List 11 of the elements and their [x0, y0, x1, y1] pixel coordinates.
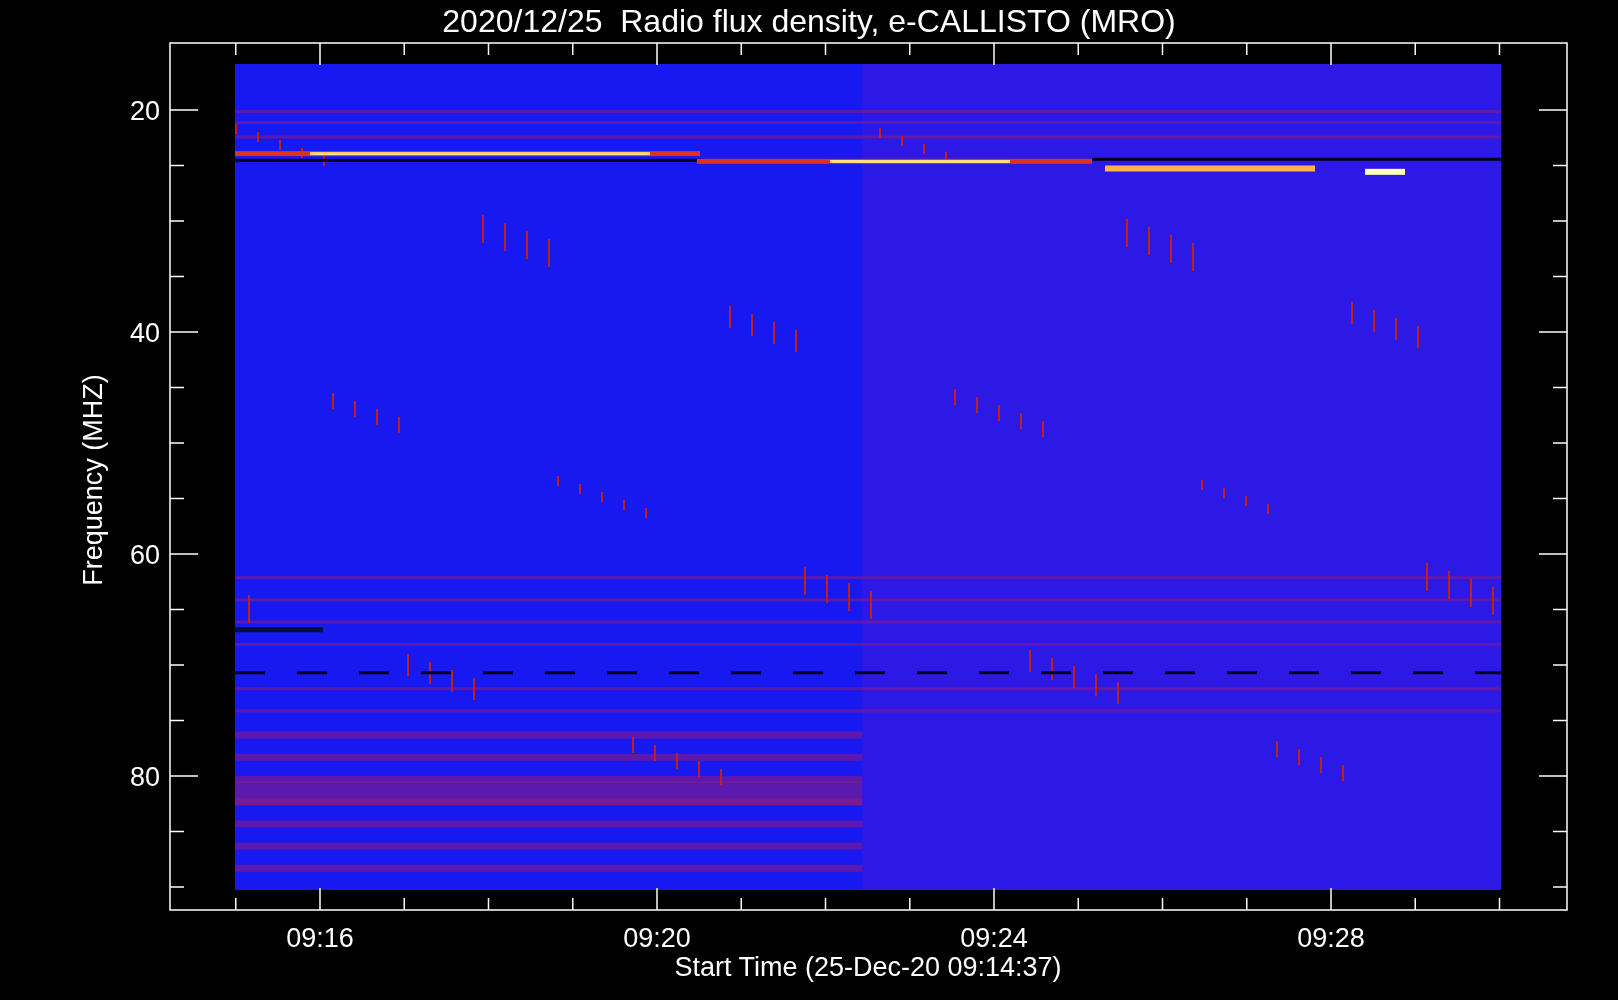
x-tick-label: 09:16	[286, 923, 354, 953]
x-tick-label: 09:20	[623, 923, 691, 953]
chart-title: 2020/12/25 Radio flux density, e-CALLISTO (MRO)	[442, 3, 1176, 39]
x-axis-label: Start Time (25-Dec-20 09:14:37)	[674, 952, 1062, 982]
y-tick-label: 20	[129, 96, 160, 126]
y-tick-label: 60	[129, 540, 160, 570]
x-tick-label: 09:24	[960, 923, 1028, 953]
y-tick-label: 40	[129, 318, 160, 348]
y-axis-label: Frequency (MHZ)	[78, 374, 108, 586]
y-tick-label: 80	[129, 762, 160, 792]
x-tick-label: 09:28	[1297, 923, 1365, 953]
